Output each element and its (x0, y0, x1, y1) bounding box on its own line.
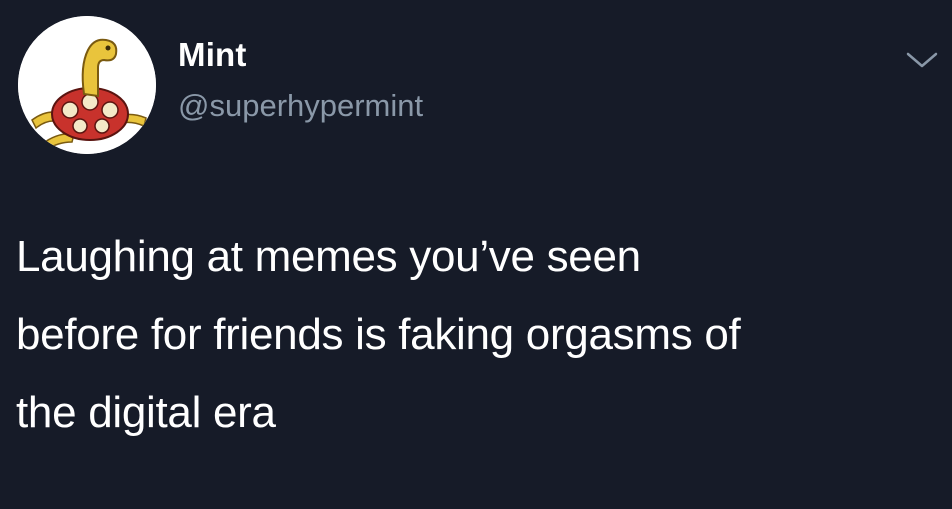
tweet-card: Mint @superhypermint Laughing at memes y… (0, 0, 952, 509)
chevron-down-icon[interactable] (904, 48, 940, 72)
author-handle[interactable]: @superhypermint (178, 88, 423, 124)
tweet-text-line: the digital era (16, 388, 276, 437)
avatar[interactable] (18, 16, 156, 154)
author-name[interactable]: Mint (178, 36, 247, 74)
tweet-text-line: before for friends is faking orgasms of (16, 310, 741, 359)
shuckle-avatar-icon (18, 16, 156, 154)
tweet-text: Laughing at memes you’ve seen before for… (16, 218, 936, 452)
tweet-text-line: Laughing at memes you’ve seen (16, 232, 641, 281)
